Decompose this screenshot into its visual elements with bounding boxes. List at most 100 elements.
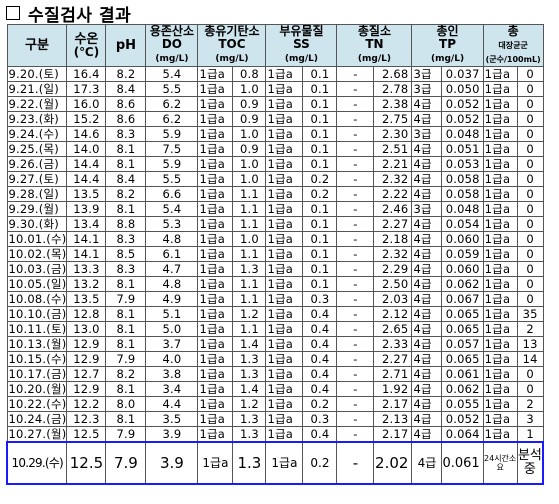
cell-date: 10.17.(금) (6, 366, 68, 382)
col-header-ss: 부유물질 SS (mg/L) (265, 24, 338, 67)
cell-tp: 0.065 (441, 351, 484, 367)
water-quality-table: 구분 수온 (℃) pH 용존산소 DO (mg/L) 총유기탄소 TOC (mg/L) … (6, 24, 545, 485)
cell-ph: 8.2 (105, 66, 147, 82)
col-header-ph: pH (105, 24, 147, 67)
cell-temp: 12.9 (66, 351, 107, 367)
table-row: 9.29.(월) 13.9 8.1 5.4 1급a 1.1 1급a 0.1-2.46 3급 0.0… (6, 201, 544, 217)
cell-toc: 0.9 (232, 96, 267, 112)
cell-toc: 1.3 (232, 366, 267, 382)
cell-tn-grade: - (336, 186, 375, 202)
cell-ss: 0.4 (302, 321, 338, 337)
cell-tp-grade: 4급 (411, 276, 443, 292)
cell-tp: 0.051 (441, 141, 484, 157)
cell-toc-grade: 1급a (197, 291, 234, 307)
cell-tp: 0.062 (441, 276, 484, 292)
cell-tp: 0.060 (441, 231, 484, 247)
cell-do: 4.9 (145, 291, 199, 307)
cell-ss-grade: 1급a (265, 366, 304, 382)
table-row: 9.21.(일) 17.3 8.4 5.5 1급a 1.0 1급a 0.1-2.78 3급 0.0… (6, 81, 544, 97)
cell-do: 4.8 (145, 231, 199, 247)
cell-date: 10.03.(금) (6, 261, 68, 277)
cell-ph: 8.3 (105, 231, 147, 247)
cell-tn: 2.71 (373, 366, 413, 382)
cell-tp: 0.058 (441, 171, 484, 187)
cell-toc: 1.3 (232, 426, 267, 443)
cell-toc: 1.0 (232, 231, 267, 247)
cell-toc-grade: 1급a (197, 366, 234, 382)
cell-ss: 0.4 (302, 381, 338, 397)
cell-toc: 1.0 (232, 81, 267, 97)
cell-date: 10.24.(금) (6, 411, 68, 427)
cell-ph: 8.1 (105, 141, 147, 157)
cell-ss-grade: 1급a (265, 111, 304, 127)
cell-bacteria-grade: 1급a (482, 201, 518, 217)
cell-ss-grade: 1급a (265, 246, 304, 262)
cell-tn-grade: - (336, 171, 375, 187)
cell-tn-grade: - (336, 396, 375, 412)
col-header-do: 용존산소 DO (mg/L) (145, 24, 199, 67)
cell-tp-grade: 4급 (411, 366, 443, 382)
table-row: 9.23.(화) 15.2 8.6 6.2 1급a 0.9 1급a 0.1-2.75 4급 0.0… (6, 111, 544, 127)
cell-do: 5.1 (145, 306, 199, 322)
cell-temp: 13.0 (66, 321, 107, 337)
cell-tp: 0.054 (441, 216, 484, 232)
cell-do: 6.2 (145, 111, 199, 127)
cell-bacteria: 0 (516, 186, 544, 202)
cell-tp: 0.048 (441, 201, 484, 217)
cell-toc: 1.1 (232, 321, 267, 337)
cell-toc: 1.1 (232, 276, 267, 292)
table-row: 9.26.(금) 14.4 8.1 5.9 1급a 1.0 1급a 0.1-2.21 4급 0.0… (6, 156, 544, 172)
cell-ss: 0.3 (302, 291, 338, 307)
cell-tn: 2.68 (373, 66, 413, 82)
cell-tp-grade: 4급 (411, 336, 443, 352)
cell-tn-grade: - (336, 321, 375, 337)
cell-tp: 0.052 (441, 411, 484, 427)
cell-toc: 0.8 (232, 66, 267, 82)
cell-toc: 1.3 (232, 261, 267, 277)
table-row: 10.05.(일) 13.2 8.1 4.8 1급a 1.1 1급a 0.1-2.50 4급 0.… (6, 276, 544, 292)
cell-temp: 13.2 (66, 276, 107, 292)
cell-toc-grade: 1급a (197, 276, 234, 292)
cell-toc-grade: 1급a (197, 186, 234, 202)
cell-tp: 0.053 (441, 156, 484, 172)
cell-ss: 0.4 (302, 426, 338, 443)
cell-tn: 2.12 (373, 306, 413, 322)
col-header-toc: 총유기탄소 TOC (mg/L) (197, 24, 267, 67)
cell-ss: 0.2 (302, 441, 338, 485)
table-row: 9.20.(토) 16.4 8.2 5.4 1급a 0.8 1급a 0.1-2.68 3급 0.0… (6, 66, 544, 82)
cell-ss-grade: 1급a (265, 81, 304, 97)
cell-do: 3.9 (145, 441, 199, 485)
cell-toc-grade: 1급a (197, 351, 234, 367)
cell-ss: 0.4 (302, 366, 338, 382)
cell-toc: 1.0 (232, 171, 267, 187)
cell-tp-grade: 4급 (411, 411, 443, 427)
cell-tp-grade: 4급 (411, 231, 443, 247)
cell-tp-grade: 3급 (411, 81, 443, 97)
cell-tp: 0.064 (441, 426, 484, 443)
cell-tn-grade: - (336, 441, 375, 485)
cell-ph: 8.1 (105, 321, 147, 337)
cell-tn: 2.75 (373, 111, 413, 127)
cell-toc: 1.3 (232, 441, 267, 485)
cell-temp: 14.1 (66, 231, 107, 247)
cell-toc: 1.2 (232, 396, 267, 412)
cell-tp: 0.061 (441, 441, 484, 485)
cell-tp-grade: 4급 (411, 321, 443, 337)
cell-tp: 0.065 (441, 321, 484, 337)
cell-tp-grade: 3급 (411, 66, 443, 82)
cell-ss-grade: 1급a (265, 441, 304, 485)
cell-bacteria: 1 (516, 426, 544, 443)
cell-ph: 7.9 (105, 351, 147, 367)
cell-do: 5.4 (145, 66, 199, 82)
col-header-tp: 총인 TP (mg/L) (411, 24, 484, 67)
cell-tn-grade: - (336, 351, 375, 367)
cell-toc-grade: 1급a (197, 141, 234, 157)
cell-tp-grade: 4급 (411, 351, 443, 367)
cell-date: 9.27.(토) (6, 171, 68, 187)
cell-toc-grade: 1급a (197, 246, 234, 262)
cell-bacteria: 0 (516, 96, 544, 112)
cell-tn-grade: - (336, 276, 375, 292)
cell-ss-grade: 1급a (265, 381, 304, 397)
cell-do: 4.8 (145, 276, 199, 292)
cell-ss: 0.1 (302, 261, 338, 277)
